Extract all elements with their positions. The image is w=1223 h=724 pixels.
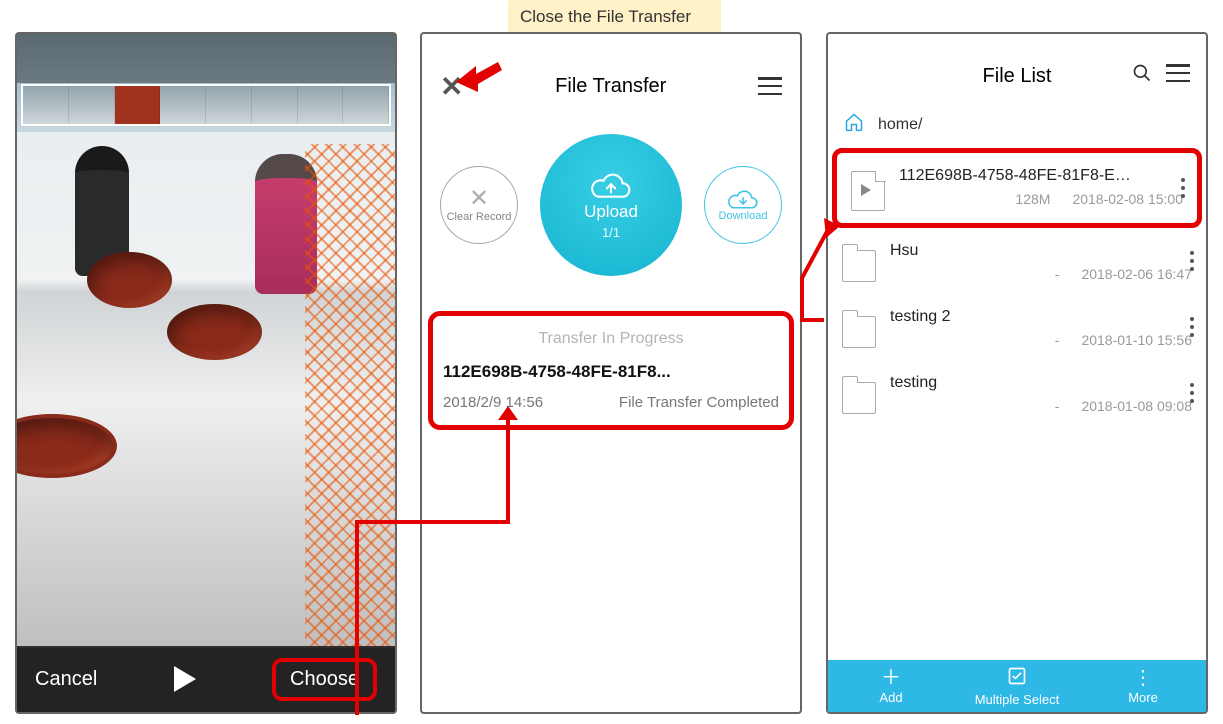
upload-cloud-icon <box>591 171 631 199</box>
choose-button[interactable]: Choose <box>272 658 377 701</box>
picker-toolbar: Cancel Choose <box>17 646 395 712</box>
folder-icon <box>842 250 876 282</box>
clear-record-button[interactable]: ✕ Clear Record <box>440 166 518 244</box>
multi-label: Multiple Select <box>975 692 1060 707</box>
add-label: Add <box>879 690 902 705</box>
download-cloud-icon <box>728 188 758 210</box>
folder-icon <box>842 316 876 348</box>
file-list-screen: File List home/ 112E698B-4758-48FE-81F8-… <box>826 32 1208 714</box>
file-size: - <box>1019 332 1059 348</box>
play-icon[interactable] <box>174 666 196 692</box>
search-icon[interactable] <box>1132 63 1152 89</box>
multiple-select-button[interactable]: Multiple Select <box>954 660 1080 712</box>
file-date: 2018-01-10 15:56 <box>1081 332 1192 348</box>
more-button[interactable]: ⋮ More <box>1080 660 1206 712</box>
file-row[interactable]: testing 2 - 2018-01-10 15:56 <box>828 294 1206 360</box>
download-label: Download <box>719 210 768 222</box>
photo-tube <box>167 304 262 360</box>
video-file-icon <box>851 171 885 211</box>
annotation-arrow <box>456 56 502 96</box>
file-name: 112E698B-4758-48FE-81F8-E1E... <box>899 167 1139 185</box>
file-date: 2018-02-08 15:00 <box>1072 191 1183 207</box>
check-icon <box>1007 666 1027 690</box>
annotation-line <box>506 416 510 524</box>
annotation-arrowhead <box>498 406 518 420</box>
file-row[interactable]: Hsu - 2018-02-06 16:47 <box>828 228 1206 294</box>
more-icon[interactable] <box>1190 317 1194 337</box>
cancel-button[interactable]: Cancel <box>35 668 97 691</box>
upload-button[interactable]: Upload 1/1 <box>540 134 682 276</box>
video-preview <box>17 34 395 648</box>
transfer-progress-card: Transfer In Progress 112E698B-4758-48FE-… <box>428 311 794 430</box>
section-label: Transfer In Progress <box>443 330 779 348</box>
file-size: - <box>1019 398 1059 414</box>
file-date: 2018-02-06 16:47 <box>1081 266 1192 282</box>
annotation-line <box>355 520 359 686</box>
annotation-line <box>355 685 359 715</box>
video-scrubber[interactable] <box>21 84 391 126</box>
annotation-line <box>355 520 510 524</box>
menu-icon[interactable] <box>758 77 782 95</box>
file-transfer-screen: ✕ File Transfer ✕ Clear Record Upload 1/… <box>420 32 802 714</box>
page-title: File List <box>983 65 1052 88</box>
file-size: 128M <box>1010 191 1050 207</box>
clear-record-label: Clear Record <box>447 211 512 223</box>
video-picker-screen: Cancel Choose <box>15 32 397 714</box>
annotation-line <box>800 218 840 326</box>
upload-count: 1/1 <box>602 225 620 240</box>
file-name: Hsu <box>890 242 1130 260</box>
dots-icon: ⋮ <box>1133 668 1153 688</box>
download-button[interactable]: Download <box>704 166 782 244</box>
file-row[interactable]: testing - 2018-01-08 09:08 <box>828 360 1206 426</box>
file-name: testing <box>890 374 1130 392</box>
breadcrumb[interactable]: home/ <box>828 106 1206 148</box>
file-row[interactable]: 112E698B-4758-48FE-81F8-E1E... 128M 2018… <box>832 148 1202 228</box>
transfer-status: File Transfer Completed <box>619 394 779 411</box>
bottom-toolbar: ＋ Add Multiple Select ⋮ More <box>828 660 1206 712</box>
transfer-file-name: 112E698B-4758-48FE-81F8... <box>443 362 779 382</box>
page-title: File Transfer <box>555 75 666 98</box>
folder-icon <box>842 382 876 414</box>
breadcrumb-path: home/ <box>878 116 922 134</box>
more-icon[interactable] <box>1190 383 1194 403</box>
photo-net <box>305 144 395 648</box>
home-icon <box>844 112 864 138</box>
add-button[interactable]: ＋ Add <box>828 660 954 712</box>
transfer-timestamp: 2018/2/9 14:56 <box>443 394 543 411</box>
more-label: More <box>1128 690 1158 705</box>
menu-icon[interactable] <box>1166 64 1190 82</box>
upload-label: Upload <box>584 202 638 222</box>
file-date: 2018-01-08 09:08 <box>1081 398 1192 414</box>
photo-tube <box>17 414 117 478</box>
photo-tube <box>87 252 172 308</box>
more-icon[interactable] <box>1190 251 1194 271</box>
file-name: testing 2 <box>890 308 1130 326</box>
plus-icon: ＋ <box>881 668 901 688</box>
file-size: - <box>1019 266 1059 282</box>
more-icon[interactable] <box>1181 178 1185 198</box>
